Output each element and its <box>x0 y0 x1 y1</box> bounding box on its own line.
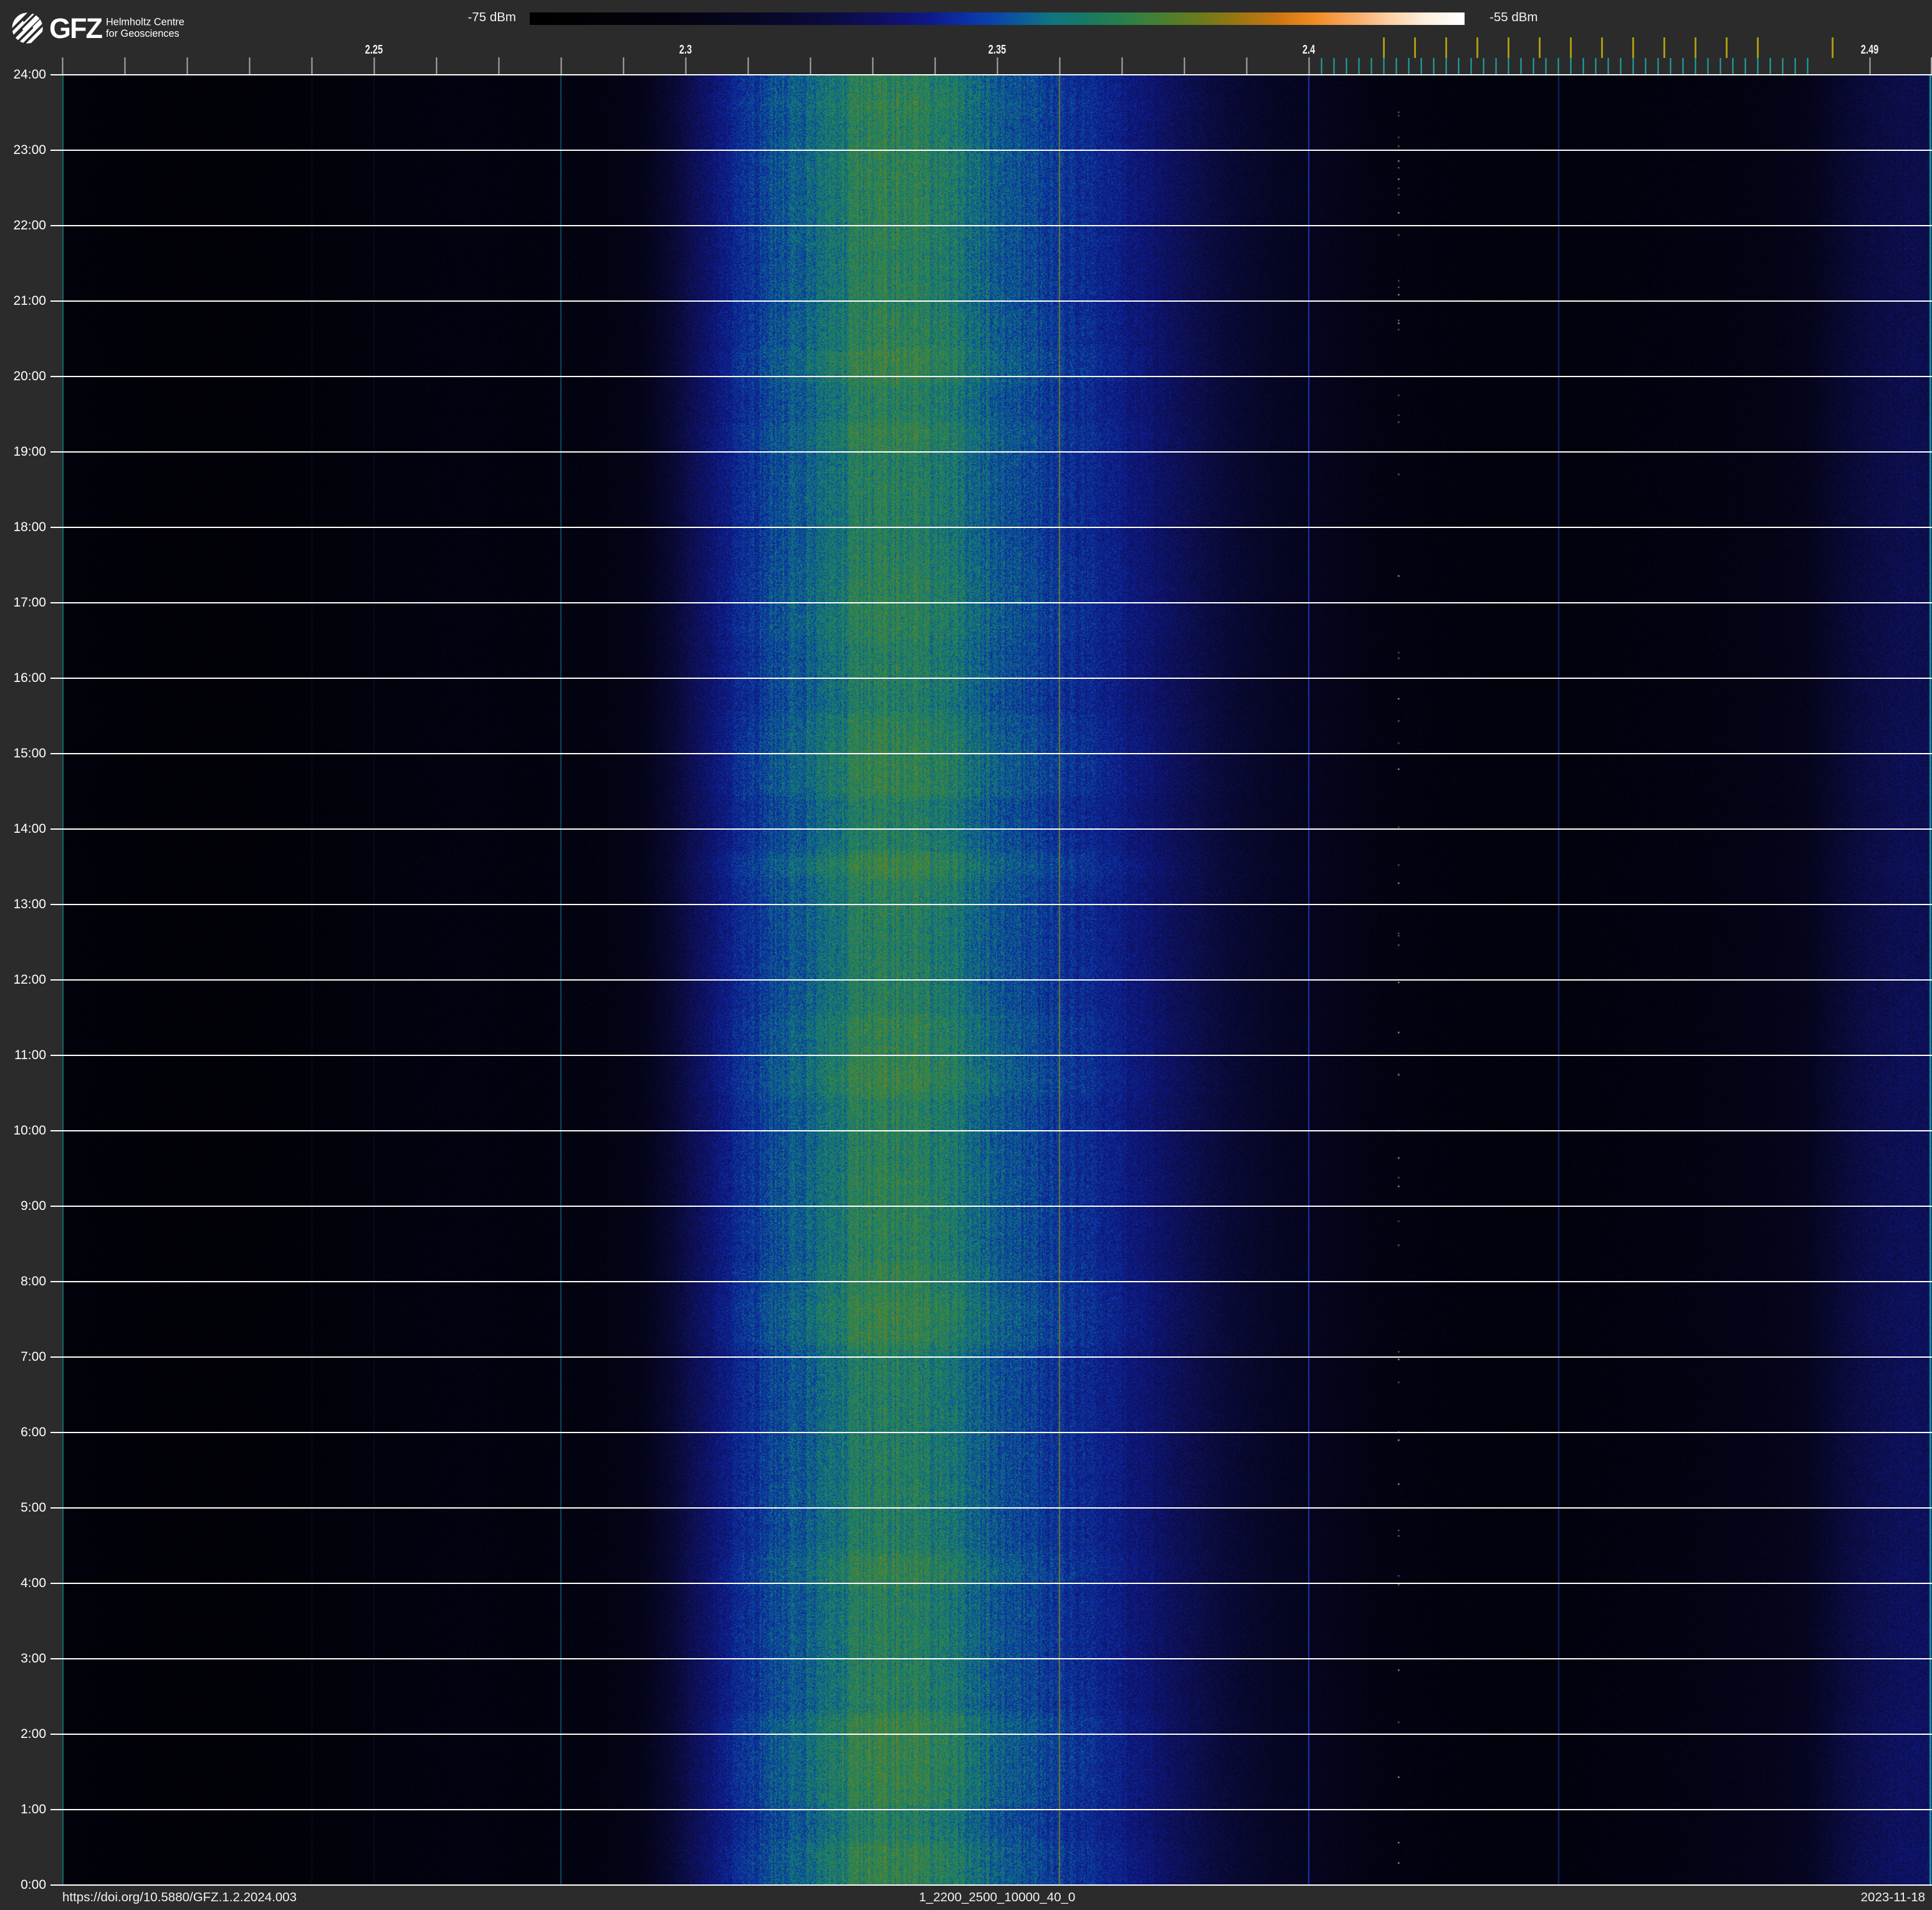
svg-text:GFZ: GFZ <box>49 12 103 44</box>
svg-text:Helmholtz Centre: Helmholtz Centre <box>106 17 184 28</box>
svg-text:for Geosciences: for Geosciences <box>106 28 179 39</box>
